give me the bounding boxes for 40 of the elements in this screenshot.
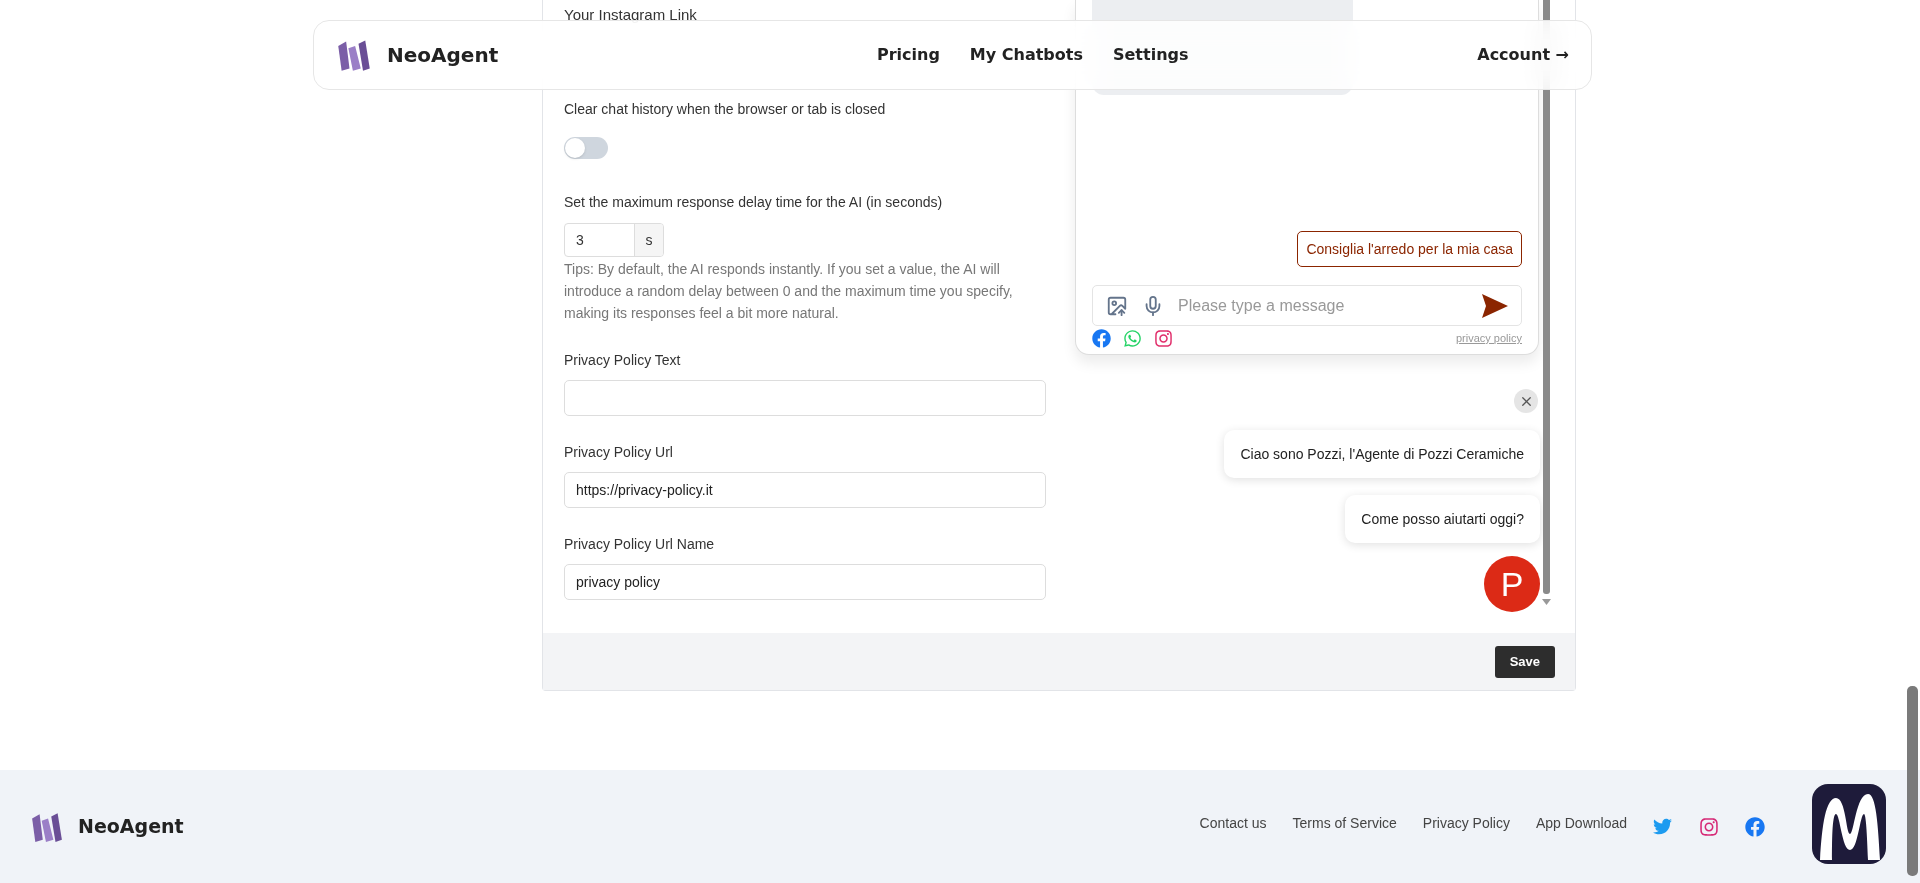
nav-link[interactable]: Settings <box>1113 43 1189 67</box>
account-link[interactable]: Account → <box>1477 43 1569 67</box>
input-field[interactable]: privacy policy <box>564 564 1046 600</box>
message-input[interactable]: Please type a message <box>1178 293 1468 318</box>
footer-link[interactable]: Terms of Service <box>1292 813 1397 834</box>
message-bubble: Ciao sono Pozzi, l'Agente di Pozzi Ceramiche <box>1224 430 1540 478</box>
number-input[interactable]: 3 <box>565 224 634 256</box>
field-label: Privacy Policy Text <box>564 351 682 369</box>
field-label: Clear chat history when the browser or tab is closed <box>564 100 887 118</box>
app-logo-icon[interactable] <box>1812 784 1886 864</box>
field-label: Privacy Policy Url Name <box>564 535 716 553</box>
unit-label: s <box>634 224 663 256</box>
facebook-icon[interactable] <box>1745 816 1765 837</box>
field-label: Set the maximum response delay time for the AI (in seconds) <box>564 193 944 211</box>
instagram-icon[interactable] <box>1699 816 1719 837</box>
footer-link[interactable]: App Download <box>1535 813 1627 834</box>
instagram-icon[interactable] <box>1154 329 1173 348</box>
toggle-switch[interactable] <box>564 137 608 159</box>
message-bubble: Come posso aiutarti oggi? <box>1345 495 1540 543</box>
nav-link[interactable]: Pricing <box>876 43 940 67</box>
suggestion-chip[interactable]: Consiglia l'arredo per la mia casa <box>1297 231 1522 267</box>
nav-link[interactable]: My Chatbots <box>969 43 1083 67</box>
tips-text: Tips: By default, the AI responds instantly. If you set a value, the AI will introduce a random delay between 0 and the maximum time you specify, making its responses feel a bit more natural. <box>564 260 1014 323</box>
field-label: Your Instagram Link <box>564 6 698 24</box>
brand-name[interactable]: NeoAgent <box>387 40 499 70</box>
save-button[interactable]: Save <box>1494 645 1555 678</box>
send-icon[interactable] <box>1482 293 1508 318</box>
message-field[interactable]: Please type a message <box>1092 285 1522 326</box>
facebook-icon[interactable] <box>1092 329 1111 348</box>
image-upload-icon[interactable] <box>1106 294 1128 317</box>
number-field[interactable]: 3 s <box>564 223 664 257</box>
footer-link[interactable]: Privacy Policy <box>1422 813 1510 834</box>
footer-link[interactable]: Contact us <box>1199 813 1267 834</box>
avatar[interactable]: P <box>1484 556 1540 612</box>
twitter-icon[interactable] <box>1653 817 1672 836</box>
input-field[interactable]: https://privacy-policy.it <box>564 472 1046 508</box>
field-label: Privacy Policy Url <box>564 443 674 461</box>
input-field[interactable] <box>564 380 1046 416</box>
brand-name[interactable]: NeoAgent <box>78 812 184 841</box>
scroll-down-icon[interactable] <box>1542 599 1551 605</box>
